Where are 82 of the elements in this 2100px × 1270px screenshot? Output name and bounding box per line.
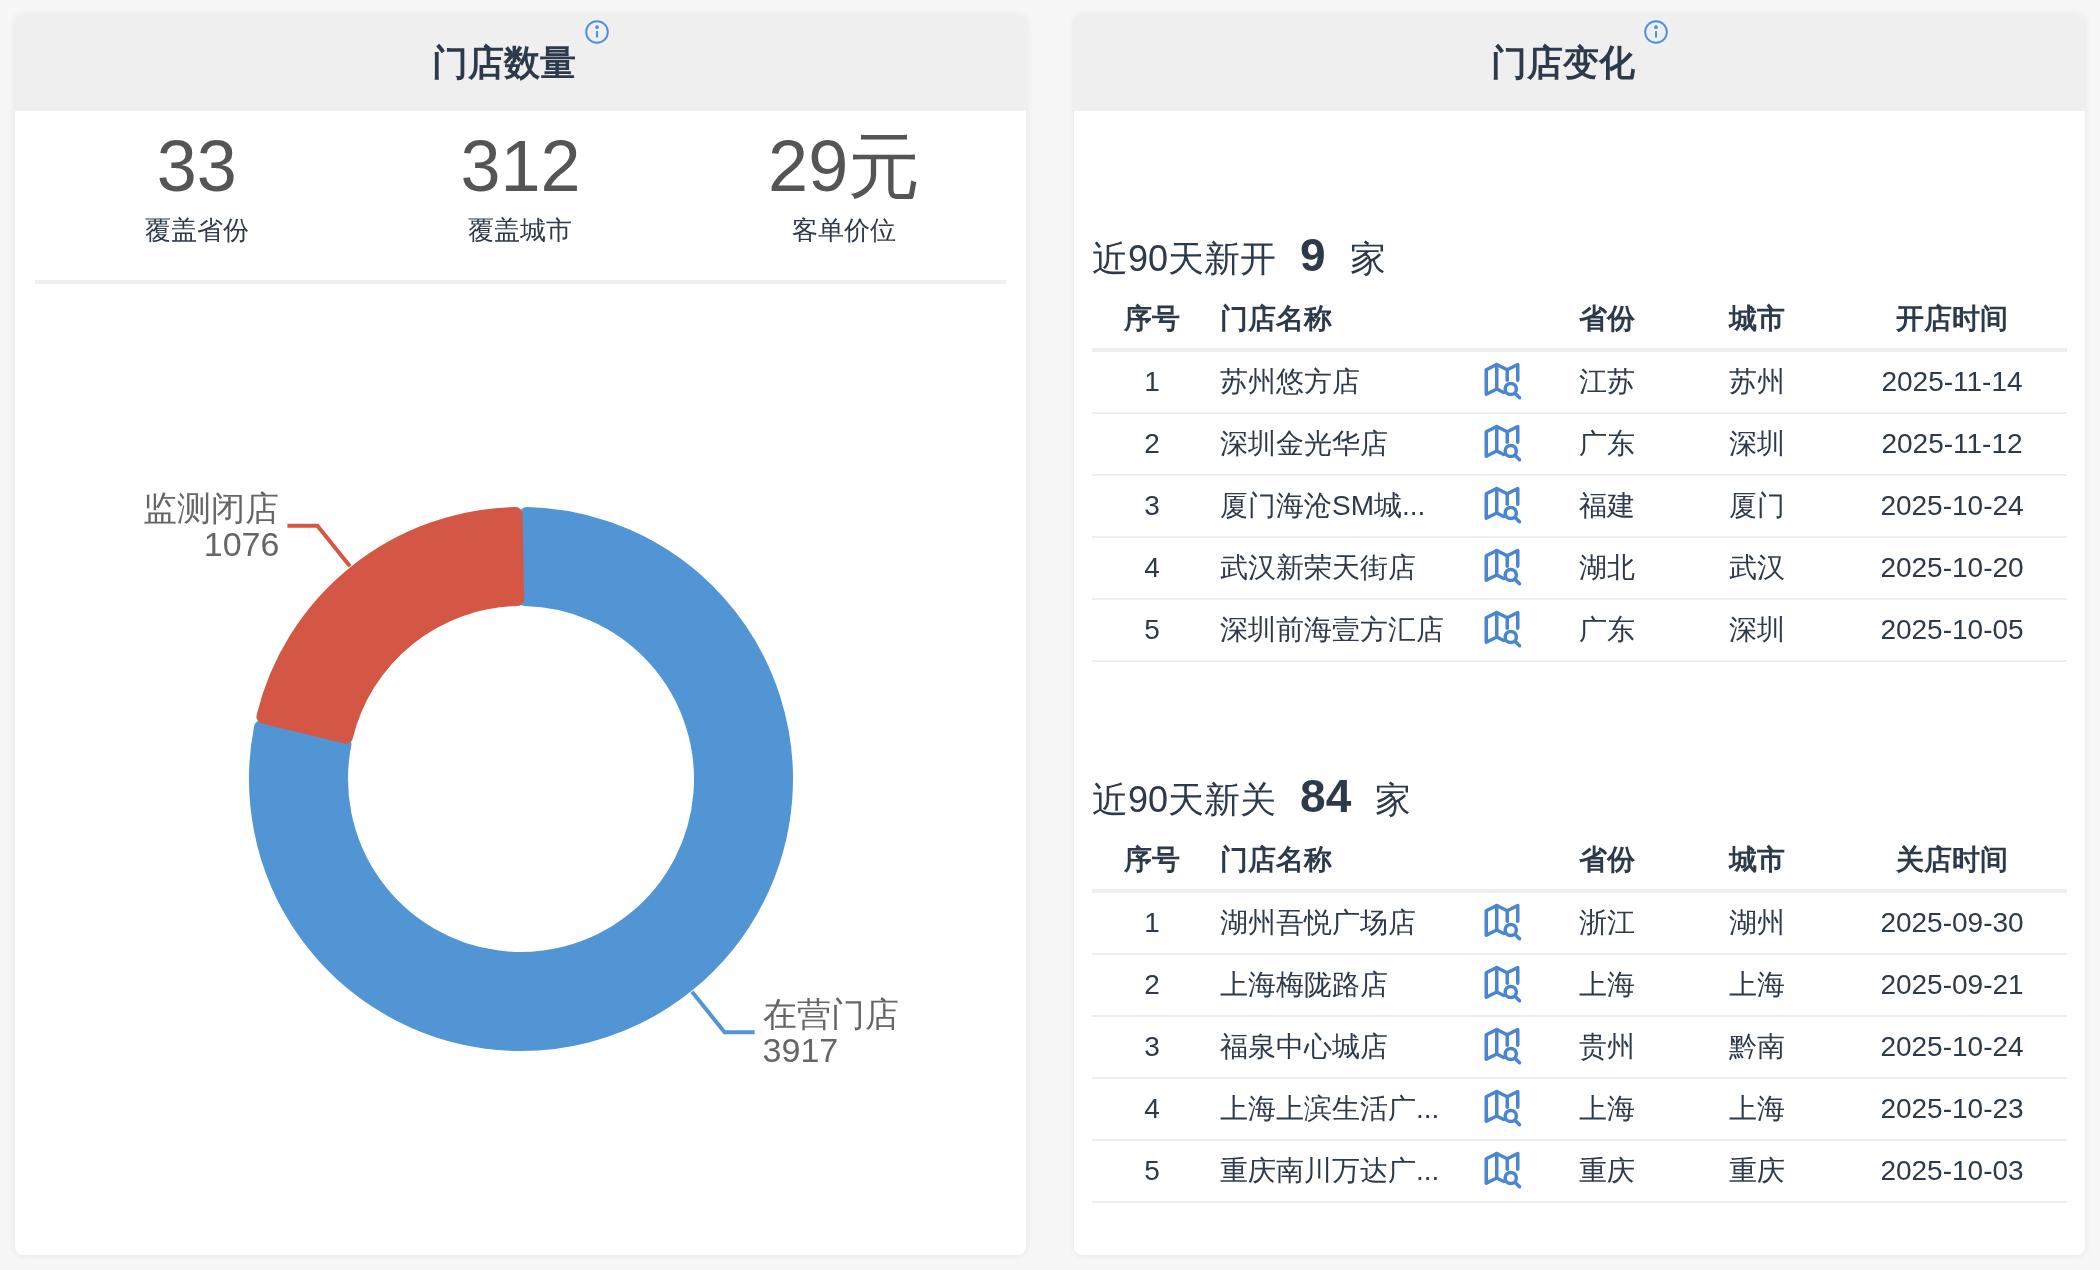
table-cell-text: 上海 bbox=[1728, 1092, 1786, 1126]
table-cell-text: 2 bbox=[1143, 968, 1161, 1002]
leader-line bbox=[286, 523, 352, 568]
slice-value: 3917 bbox=[762, 1031, 838, 1070]
leader-line bbox=[689, 990, 755, 1035]
table-cell-text: 5 bbox=[1143, 613, 1161, 647]
table-cell-text: 武汉 bbox=[1728, 551, 1786, 585]
table-cell-text: 4 bbox=[1143, 551, 1161, 585]
section-unit: 家 bbox=[1349, 237, 1386, 281]
column-header: 门店名称 bbox=[1219, 843, 1333, 877]
table-cell-text: 上海 bbox=[1578, 1092, 1636, 1126]
slice-value: 1076 bbox=[203, 524, 279, 563]
table-cell-text: 2025-09-21 bbox=[1879, 968, 2025, 1002]
table-cell-text: 重庆 bbox=[1578, 1154, 1636, 1188]
table-cell-text: 上海上滨生活广... bbox=[1219, 1092, 1441, 1126]
column-header: 门店名称 bbox=[1219, 302, 1333, 336]
table-cell-text: 苏州 bbox=[1728, 365, 1786, 399]
table-cell-text: 重庆南川万达广... bbox=[1219, 1154, 1441, 1188]
stat-value: 29元 bbox=[768, 125, 921, 208]
table-cell-text: 上海 bbox=[1728, 968, 1786, 1002]
table-cell-text: 2025-10-03 bbox=[1879, 1154, 2025, 1188]
table-cell-text: 2025-10-24 bbox=[1879, 489, 2025, 523]
info-icon[interactable] bbox=[1642, 19, 1669, 45]
table-cell-text: 厦门海沧SM城... bbox=[1219, 489, 1427, 523]
section-unit: 家 bbox=[1375, 778, 1412, 822]
slice-label: 在营门店 bbox=[762, 995, 899, 1034]
section-title: 近90天新开 bbox=[1092, 237, 1277, 281]
table-cell-text: 福泉中心城店 bbox=[1219, 1030, 1389, 1064]
column-header: 城市 bbox=[1727, 302, 1786, 336]
table-cell-text: 2025-10-20 bbox=[1879, 551, 2025, 585]
table-cell-text: 广东 bbox=[1578, 613, 1636, 647]
table-cell-text: 2 bbox=[1143, 427, 1161, 461]
table-cell-text: 1 bbox=[1143, 906, 1161, 940]
table-cell-text: 3 bbox=[1143, 1030, 1161, 1064]
table-cell-text: 深圳金光华店 bbox=[1219, 427, 1389, 461]
table-cell-text: 贵州 bbox=[1578, 1030, 1636, 1064]
stat-value: 33 bbox=[156, 125, 237, 208]
table-cell-text: 上海梅陇路店 bbox=[1219, 968, 1389, 1002]
section-title: 近90天新关 bbox=[1092, 778, 1277, 822]
table-cell-text: 上海 bbox=[1578, 968, 1636, 1002]
info-icon[interactable] bbox=[583, 19, 610, 45]
section-count: 84 bbox=[1300, 769, 1352, 824]
table-cell-text: 湖州 bbox=[1728, 906, 1786, 940]
column-header: 省份 bbox=[1578, 843, 1636, 877]
table-cell-text: 2025-10-24 bbox=[1879, 1030, 2025, 1064]
table-cell-text: 黔南 bbox=[1728, 1030, 1786, 1064]
table-cell-text: 深圳 bbox=[1728, 613, 1786, 647]
column-header: 省份 bbox=[1578, 302, 1636, 336]
table-cell-text: 湖北 bbox=[1578, 551, 1636, 585]
column-header: 序号 bbox=[1123, 302, 1181, 336]
table-cell-text: 5 bbox=[1143, 1154, 1161, 1188]
table-cell-text: 2025-11-14 bbox=[1880, 365, 2024, 399]
table-cell-text: 深圳前海壹方汇店 bbox=[1219, 613, 1445, 647]
table-cell-text: 2025-11-12 bbox=[1880, 427, 2024, 461]
table-cell-text: 苏州悠方店 bbox=[1219, 365, 1361, 399]
stat-value: 312 bbox=[460, 125, 581, 208]
table-cell-text: 2025-09-30 bbox=[1879, 906, 2025, 940]
table-cell-text: 江苏 bbox=[1578, 365, 1636, 399]
table-cell-text: 浙江 bbox=[1578, 906, 1636, 940]
slice-label: 监测闭店 bbox=[142, 488, 279, 527]
stat-label: 客单价位 bbox=[792, 214, 897, 247]
table-cell-text: 深圳 bbox=[1728, 427, 1786, 461]
table-cell-text: 1 bbox=[1143, 365, 1161, 399]
section-count: 9 bbox=[1300, 228, 1326, 283]
stat-label: 覆盖城市 bbox=[468, 214, 573, 247]
table-cell-text: 2025-10-05 bbox=[1879, 613, 2025, 647]
table-cell-text: 湖州吾悦广场店 bbox=[1219, 906, 1417, 940]
table-cell-text: 福建 bbox=[1578, 489, 1636, 523]
table-cell-text: 4 bbox=[1143, 1092, 1161, 1126]
table-cell-text: 重庆 bbox=[1728, 1154, 1786, 1188]
column-header: 关店时间 bbox=[1895, 843, 2009, 877]
panel-title: 门店数量 bbox=[431, 41, 576, 85]
table-cell-text: 广东 bbox=[1578, 427, 1636, 461]
stat-label: 覆盖省份 bbox=[144, 214, 249, 247]
column-header: 开店时间 bbox=[1895, 302, 2009, 336]
column-header: 城市 bbox=[1727, 843, 1786, 877]
table-cell-text: 2025-10-23 bbox=[1879, 1092, 2025, 1126]
column-header: 序号 bbox=[1123, 843, 1181, 877]
table-cell-text: 武汉新荣天街店 bbox=[1219, 551, 1417, 585]
panel-title: 门店变化 bbox=[1490, 41, 1635, 85]
table-cell-text: 3 bbox=[1143, 489, 1161, 523]
table-cell-text: 厦门 bbox=[1728, 489, 1786, 523]
